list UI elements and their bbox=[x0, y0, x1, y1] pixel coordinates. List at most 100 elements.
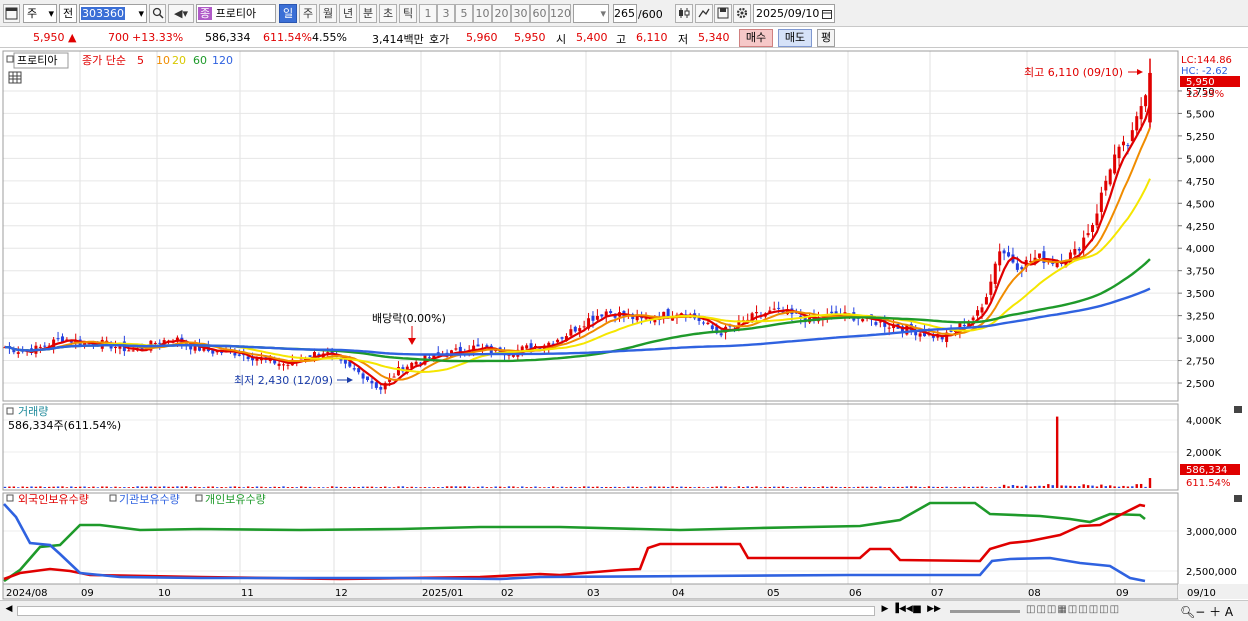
volume-bar bbox=[273, 486, 276, 488]
settings-gear-icon[interactable] bbox=[733, 4, 751, 23]
ma120-label[interactable]: 120 bbox=[212, 54, 233, 67]
scroll-right-icon[interactable]: ▶ bbox=[878, 604, 892, 618]
table-toggle-icon[interactable] bbox=[8, 71, 22, 84]
volume-bar bbox=[397, 486, 400, 488]
volume-title[interactable]: 거래량 bbox=[18, 405, 48, 418]
stock-list-nav-icon[interactable]: ◀▾ bbox=[168, 4, 194, 23]
open-price: 5,400 bbox=[576, 31, 608, 44]
scroll-left-icon[interactable]: ◀ bbox=[3, 604, 15, 618]
period-second-button[interactable]: 초 bbox=[379, 4, 397, 23]
interval-custom-select[interactable]: ▾ bbox=[573, 4, 609, 23]
type-select[interactable]: 주 ▾ bbox=[23, 4, 57, 23]
high-price: 6,110 bbox=[636, 31, 668, 44]
search-icon[interactable] bbox=[149, 4, 166, 23]
bid-label: 호가 bbox=[429, 33, 450, 46]
x-axis-label: 06 bbox=[849, 588, 862, 599]
legend-institution[interactable]: 기관보유수량 bbox=[119, 493, 180, 506]
rewind-icon[interactable]: ▐◀◀ bbox=[892, 604, 913, 618]
period-day-button[interactable]: 일 bbox=[279, 4, 297, 23]
bid-price: 5,950 bbox=[514, 31, 546, 44]
interval-20-button[interactable]: 20 bbox=[492, 4, 511, 23]
volume-bar bbox=[949, 487, 953, 488]
toolbar: 주 ▾ 전 303360 ▾ ◀▾ 종 프로티아 일 주 월 년 분 초 틱 1 3… bbox=[0, 0, 1248, 27]
candle-body bbox=[777, 307, 781, 309]
prev-select[interactable]: 전 bbox=[59, 4, 77, 23]
volume-panel-close-icon[interactable] bbox=[1234, 406, 1242, 413]
volume-bar bbox=[560, 486, 564, 488]
interval-1-button[interactable]: 1 bbox=[419, 4, 437, 23]
volume-bar bbox=[1025, 485, 1028, 488]
candle-body bbox=[591, 315, 595, 321]
fast-forward-icon[interactable]: ▶▶ bbox=[926, 604, 942, 618]
holdings-y-tick-label: 2,500,000 bbox=[1186, 567, 1237, 578]
volume-bar bbox=[587, 486, 590, 488]
y-tick-label: 5,250 bbox=[1186, 132, 1215, 143]
candle-body bbox=[131, 350, 135, 352]
volume-bar bbox=[185, 486, 188, 488]
volume-bar bbox=[92, 486, 95, 488]
interval-120-button[interactable]: 120 bbox=[549, 4, 571, 23]
stock-code-input[interactable]: 303360 ▾ bbox=[79, 4, 147, 23]
period-week-button[interactable]: 주 bbox=[299, 4, 317, 23]
volume-bar bbox=[865, 486, 869, 488]
candle-body bbox=[710, 325, 714, 330]
bar-count-input[interactable]: 265 bbox=[613, 4, 637, 23]
y-tick-label: 3,500 bbox=[1186, 289, 1215, 300]
candle-body bbox=[38, 346, 42, 348]
x-axis-label: 09/10 bbox=[1187, 588, 1216, 599]
volume-bar bbox=[945, 486, 948, 488]
volume-bar bbox=[437, 487, 440, 488]
volume-bar bbox=[406, 487, 409, 488]
period-month-button[interactable]: 월 bbox=[319, 4, 337, 23]
stop-icon[interactable]: ■ bbox=[910, 604, 924, 618]
view-mode-icons[interactable]: ◫◫◫▦◫◫◫◫◫ bbox=[1026, 604, 1176, 618]
volume-bar bbox=[1016, 485, 1019, 488]
volume-bar bbox=[216, 487, 219, 488]
high-annotation: 최고 6,110 (09/10) bbox=[1024, 66, 1123, 79]
legend-foreign[interactable]: 외국인보유수량 bbox=[18, 493, 89, 506]
scroll-track[interactable] bbox=[17, 606, 875, 616]
interval-10-button[interactable]: 10 bbox=[473, 4, 492, 23]
zoom-controls-icon[interactable]: 🔍︎− ＋ A bbox=[1180, 603, 1233, 620]
individual-holding-line bbox=[3, 501, 1146, 583]
candle-type-icon[interactable] bbox=[675, 4, 693, 23]
candle-body bbox=[861, 319, 865, 322]
chart-area[interactable]: 2024/08 09 10 11 12 2025/01 02 03 04 05 06 07 08 09 09… bbox=[0, 49, 1248, 601]
volume-bar bbox=[954, 486, 957, 488]
window-menu-icon[interactable] bbox=[3, 4, 20, 23]
ma10-label[interactable]: 10 bbox=[156, 54, 170, 67]
sell-button[interactable]: 매도 bbox=[778, 29, 812, 47]
interval-30-button[interactable]: 30 bbox=[511, 4, 530, 23]
volume-bar bbox=[87, 487, 91, 488]
institution-holding-line bbox=[3, 503, 1146, 583]
candle-body bbox=[454, 348, 458, 350]
interval-3-button[interactable]: 3 bbox=[437, 4, 455, 23]
save-icon[interactable] bbox=[714, 4, 732, 23]
buy-button[interactable]: 매수 bbox=[739, 29, 773, 47]
ma20-label[interactable]: 20 bbox=[172, 54, 186, 67]
line-tool-icon[interactable] bbox=[695, 4, 713, 23]
volume-bar bbox=[105, 486, 108, 488]
zoom-slider[interactable] bbox=[950, 610, 1020, 613]
interval-60-button[interactable]: 60 bbox=[530, 4, 549, 23]
volume-bar bbox=[251, 487, 254, 488]
volume-bar bbox=[605, 486, 608, 488]
candle-body bbox=[286, 364, 290, 366]
interval-5-button[interactable]: 5 bbox=[455, 4, 473, 23]
volume-bar bbox=[914, 486, 917, 488]
evaluate-button[interactable]: 평 bbox=[817, 29, 835, 47]
volume-bar bbox=[1144, 486, 1147, 488]
ma5-label[interactable]: 5 bbox=[137, 54, 144, 67]
legend-individual[interactable]: 개인보유수량 bbox=[205, 493, 266, 506]
period-year-button[interactable]: 년 bbox=[339, 4, 357, 23]
volume-bar bbox=[353, 486, 356, 488]
period-minute-button[interactable]: 분 bbox=[359, 4, 377, 23]
ma-title[interactable]: 종가 단순 bbox=[82, 54, 126, 67]
holdings-panel-close-icon[interactable] bbox=[1234, 495, 1242, 502]
volume-bar bbox=[843, 486, 847, 488]
date-input[interactable]: 2025/09/10 bbox=[753, 4, 835, 23]
volume-bar bbox=[498, 486, 502, 488]
ma60-label[interactable]: 60 bbox=[193, 54, 207, 67]
period-tick-button[interactable]: 틱 bbox=[399, 4, 417, 23]
calendar-icon[interactable] bbox=[822, 9, 832, 19]
